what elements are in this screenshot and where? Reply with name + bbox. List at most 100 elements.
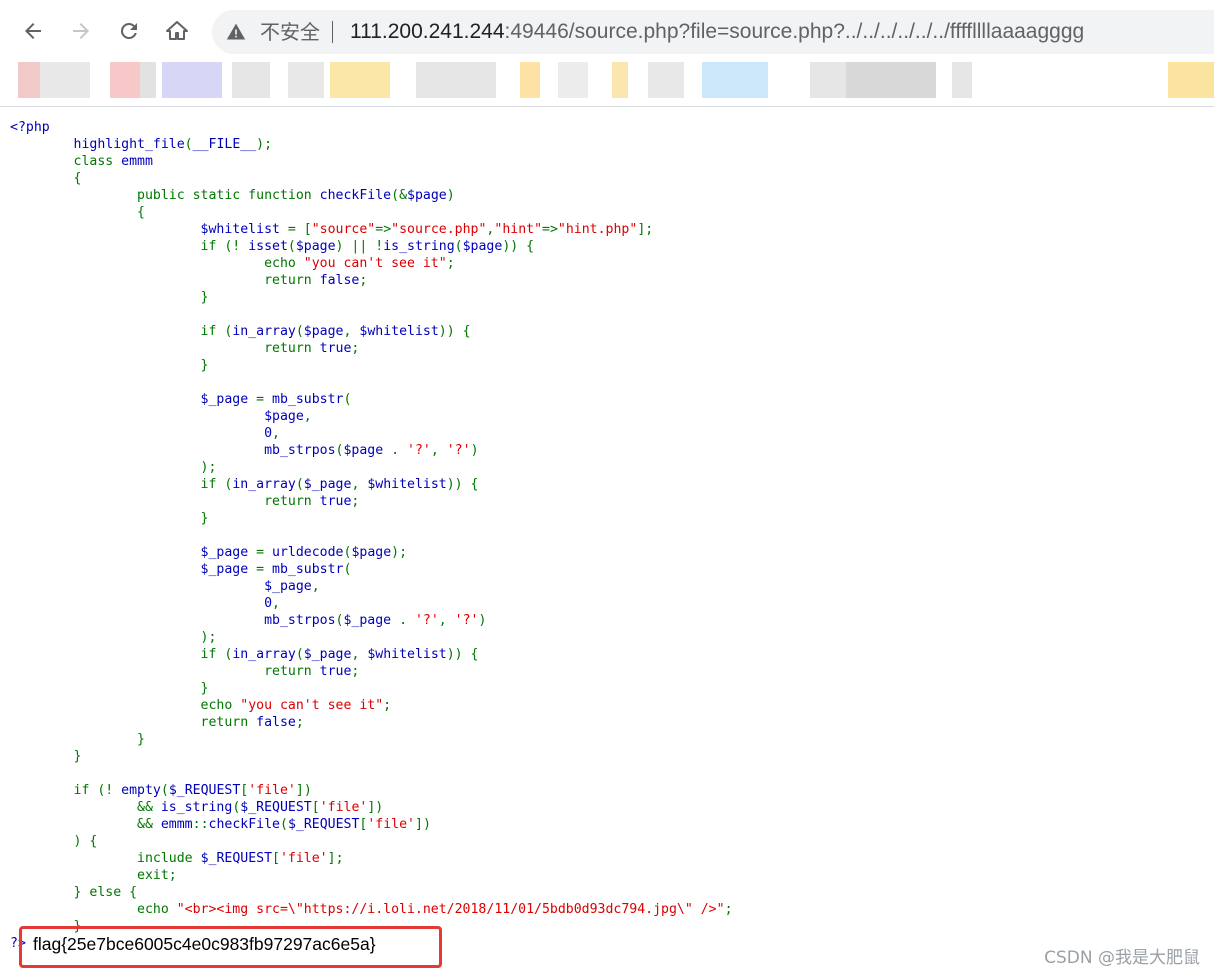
warning-icon bbox=[226, 23, 246, 40]
code-token: } bbox=[10, 749, 82, 764]
code-token: (& bbox=[391, 188, 408, 203]
bookmark-item[interactable] bbox=[952, 62, 972, 98]
code-token: [ bbox=[272, 851, 280, 866]
address-bar[interactable]: 不安全 111.200.241.244:49446/source.php?fil… bbox=[212, 10, 1214, 54]
bookmark-item[interactable] bbox=[110, 62, 140, 98]
code-token: [ bbox=[311, 800, 320, 815]
code-token: { bbox=[10, 205, 145, 220]
url-path: :49446/source.php?file=source.php?../../… bbox=[504, 20, 1085, 43]
bookmark-item[interactable] bbox=[648, 62, 684, 98]
code-line: echo "you can't see it"; bbox=[10, 697, 1200, 714]
code-token: public static function bbox=[10, 188, 320, 203]
bookmark-item[interactable] bbox=[40, 62, 90, 98]
bookmark-item[interactable] bbox=[612, 62, 628, 98]
code-token: , bbox=[430, 443, 447, 458]
arrow-right-icon bbox=[73, 23, 89, 39]
bookmark-item[interactable] bbox=[810, 62, 846, 98]
reload-button[interactable] bbox=[111, 13, 147, 49]
code-token: exit; bbox=[10, 868, 177, 883]
bookmark-item[interactable] bbox=[162, 62, 222, 98]
security-label[interactable]: 不安全 bbox=[260, 20, 320, 44]
bookmark-item[interactable] bbox=[1168, 62, 1214, 98]
code-token: $page bbox=[351, 545, 392, 560]
code-token: ); bbox=[10, 630, 217, 645]
forward-button[interactable] bbox=[63, 13, 99, 49]
home-button[interactable] bbox=[159, 13, 195, 49]
code-token: ) bbox=[446, 188, 455, 203]
code-line: return true; bbox=[10, 340, 1200, 357]
code-token: checkFile bbox=[208, 817, 280, 832]
code-token: $whitelist bbox=[367, 647, 447, 662]
code-line: return true; bbox=[10, 493, 1200, 510]
code-line: $_page = mb_substr( bbox=[10, 391, 1200, 408]
code-line: mb_strpos($_page . '?', '?') bbox=[10, 612, 1200, 629]
code-token: )) { bbox=[446, 647, 479, 662]
code-token: emmm bbox=[160, 817, 193, 832]
code-line: class emmm bbox=[10, 153, 1200, 170]
code-token: ) || ! bbox=[335, 239, 384, 254]
bookmark-item[interactable] bbox=[702, 62, 768, 98]
code-token: , bbox=[343, 324, 360, 339]
code-line: if (in_array($_page, $whitelist)) { bbox=[10, 476, 1200, 493]
code-token: . bbox=[391, 443, 408, 458]
bookmark-item[interactable] bbox=[330, 62, 390, 98]
code-token: ; bbox=[351, 494, 360, 509]
code-token: echo bbox=[10, 256, 304, 271]
code-token: = bbox=[256, 392, 273, 407]
code-line: if (in_array($_page, $whitelist)) { bbox=[10, 646, 1200, 663]
php-source-code: <?php highlight_file(__FILE__); class em… bbox=[10, 119, 1200, 935]
code-line: if (! empty($_REQUEST['file']) bbox=[10, 782, 1200, 799]
reload-icon bbox=[120, 22, 137, 39]
code-token: )) { bbox=[502, 239, 535, 254]
code-token: true bbox=[319, 341, 352, 356]
code-line: $page, bbox=[10, 408, 1200, 425]
code-line: $_page = mb_substr( bbox=[10, 561, 1200, 578]
code-line: exit; bbox=[10, 867, 1200, 884]
code-token: '?' bbox=[454, 613, 479, 628]
code-token: false bbox=[256, 715, 296, 730]
code-token: false bbox=[319, 273, 360, 288]
bookmark-item[interactable] bbox=[232, 62, 270, 98]
code-token: $_REQUEST bbox=[240, 800, 312, 815]
code-token: ( bbox=[343, 392, 352, 407]
code-token: , bbox=[311, 579, 320, 594]
bookmark-item[interactable] bbox=[846, 62, 936, 98]
bookmark-item[interactable] bbox=[18, 62, 40, 98]
code-token: )) { bbox=[438, 324, 471, 339]
arrow-left-icon bbox=[25, 23, 41, 39]
bookmark-item[interactable] bbox=[520, 62, 540, 98]
code-token: $_page bbox=[10, 545, 257, 560]
url-text[interactable]: 111.200.241.244:49446/source.php?file=so… bbox=[350, 20, 1084, 44]
code-token: ; bbox=[295, 715, 304, 730]
code-token: in_array bbox=[232, 477, 296, 492]
code-line: { bbox=[10, 204, 1200, 221]
back-button[interactable] bbox=[15, 13, 51, 49]
code-token: return bbox=[10, 664, 320, 679]
code-token: )) { bbox=[446, 477, 479, 492]
code-token: ]; bbox=[637, 222, 654, 237]
code-token: } bbox=[10, 358, 209, 373]
code-token: "you can't see it" bbox=[240, 698, 384, 713]
code-line: $whitelist = ["source"=>"source.php","hi… bbox=[10, 221, 1200, 238]
code-token: :: bbox=[192, 817, 209, 832]
code-token: 'file' bbox=[279, 851, 328, 866]
bookmark-item[interactable] bbox=[558, 62, 588, 98]
code-token: in_array bbox=[232, 324, 296, 339]
code-token: ; bbox=[446, 256, 455, 271]
code-token: return bbox=[10, 341, 320, 356]
code-token: is_string bbox=[383, 239, 455, 254]
code-line: if (in_array($page, $whitelist)) { bbox=[10, 323, 1200, 340]
code-line: } bbox=[10, 510, 1200, 527]
code-token: $_REQUEST bbox=[200, 851, 273, 866]
code-token: ); bbox=[256, 137, 273, 152]
code-line: 0, bbox=[10, 425, 1200, 442]
bookmark-item[interactable] bbox=[140, 62, 156, 98]
code-token: => bbox=[375, 222, 392, 237]
code-token: is_string bbox=[160, 800, 233, 815]
code-token: } bbox=[10, 681, 209, 696]
bookmark-item[interactable] bbox=[416, 62, 496, 98]
code-token: mb_strpos bbox=[10, 443, 336, 458]
bookmark-item[interactable] bbox=[288, 62, 324, 98]
code-line: { bbox=[10, 170, 1200, 187]
